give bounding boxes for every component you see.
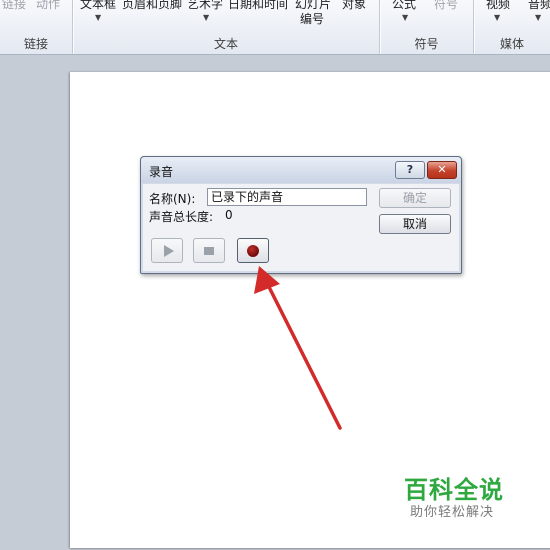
group-label-links: 链接 (23, 37, 48, 51)
ribbon-header-footer-button[interactable]: 页眉和页脚 (122, 0, 182, 12)
length-label: 声音总长度: (149, 210, 214, 224)
close-icon: ✕ (437, 163, 447, 176)
ribbon-video-button[interactable]: 视频 (486, 0, 510, 12)
ribbon: 链接 动作 文本框 ▼ 页眉和页脚 艺术字 ▼ 日期和时间 幻灯片 编号 对象 … (0, 0, 550, 55)
ribbon-audio-button[interactable]: 音频 (528, 0, 550, 12)
ribbon-object-button[interactable]: 对象 (342, 0, 366, 12)
group-label-symbols: 符号 (414, 37, 439, 51)
chevron-down-icon: ▼ (95, 13, 102, 22)
ribbon-equation-button[interactable]: 公式 (392, 0, 416, 12)
stop-button[interactable] (193, 238, 225, 263)
chevron-down-icon: ▼ (203, 13, 210, 22)
stop-icon (204, 247, 214, 255)
ribbon-wordart-button[interactable]: 艺术字 (187, 0, 223, 12)
chevron-down-icon: ▼ (535, 13, 542, 22)
record-icon (247, 245, 259, 257)
name-label: 名称(N): (149, 192, 196, 206)
ribbon-datetime-button[interactable]: 日期和时间 (228, 0, 288, 12)
play-icon (164, 245, 174, 257)
name-input[interactable]: 已录下的声音 (207, 188, 367, 206)
dialog-body: 名称(N): 已录下的声音 声音总长度: 0 确定 取消 (143, 184, 459, 271)
length-value: 0 (225, 208, 233, 222)
ribbon-action-button[interactable]: 动作 (36, 0, 60, 12)
ok-button[interactable]: 确定 (379, 188, 451, 208)
cancel-button[interactable]: 取消 (379, 214, 451, 234)
chevron-down-icon: ▼ (402, 13, 409, 22)
dialog-title: 录音 (149, 165, 174, 179)
dialog-titlebar[interactable]: 录音 ? ✕ (141, 157, 461, 183)
play-button[interactable] (151, 238, 183, 263)
ribbon-textbox-button[interactable]: 文本框 (80, 0, 116, 12)
record-sound-dialog: 录音 ? ✕ 名称(N): 已录下的声音 声音总长度: 0 确定 取消 (140, 156, 462, 274)
group-label-text: 文本 (213, 37, 238, 51)
help-button[interactable]: ? (395, 161, 425, 179)
watermark-logo: 百科全说 (404, 476, 504, 504)
close-button[interactable]: ✕ (427, 161, 457, 179)
watermark-tagline: 助你轻松解决 (410, 505, 495, 520)
ribbon-slide-number-label: 编号 (300, 12, 325, 26)
ribbon-symbol-button[interactable]: 符号 (434, 0, 458, 12)
help-icon: ? (406, 163, 414, 176)
group-label-media: 媒体 (499, 37, 524, 51)
record-button[interactable] (237, 238, 269, 263)
ribbon-hyperlink-button[interactable]: 链接 (2, 0, 26, 12)
chevron-down-icon: ▼ (494, 13, 501, 22)
